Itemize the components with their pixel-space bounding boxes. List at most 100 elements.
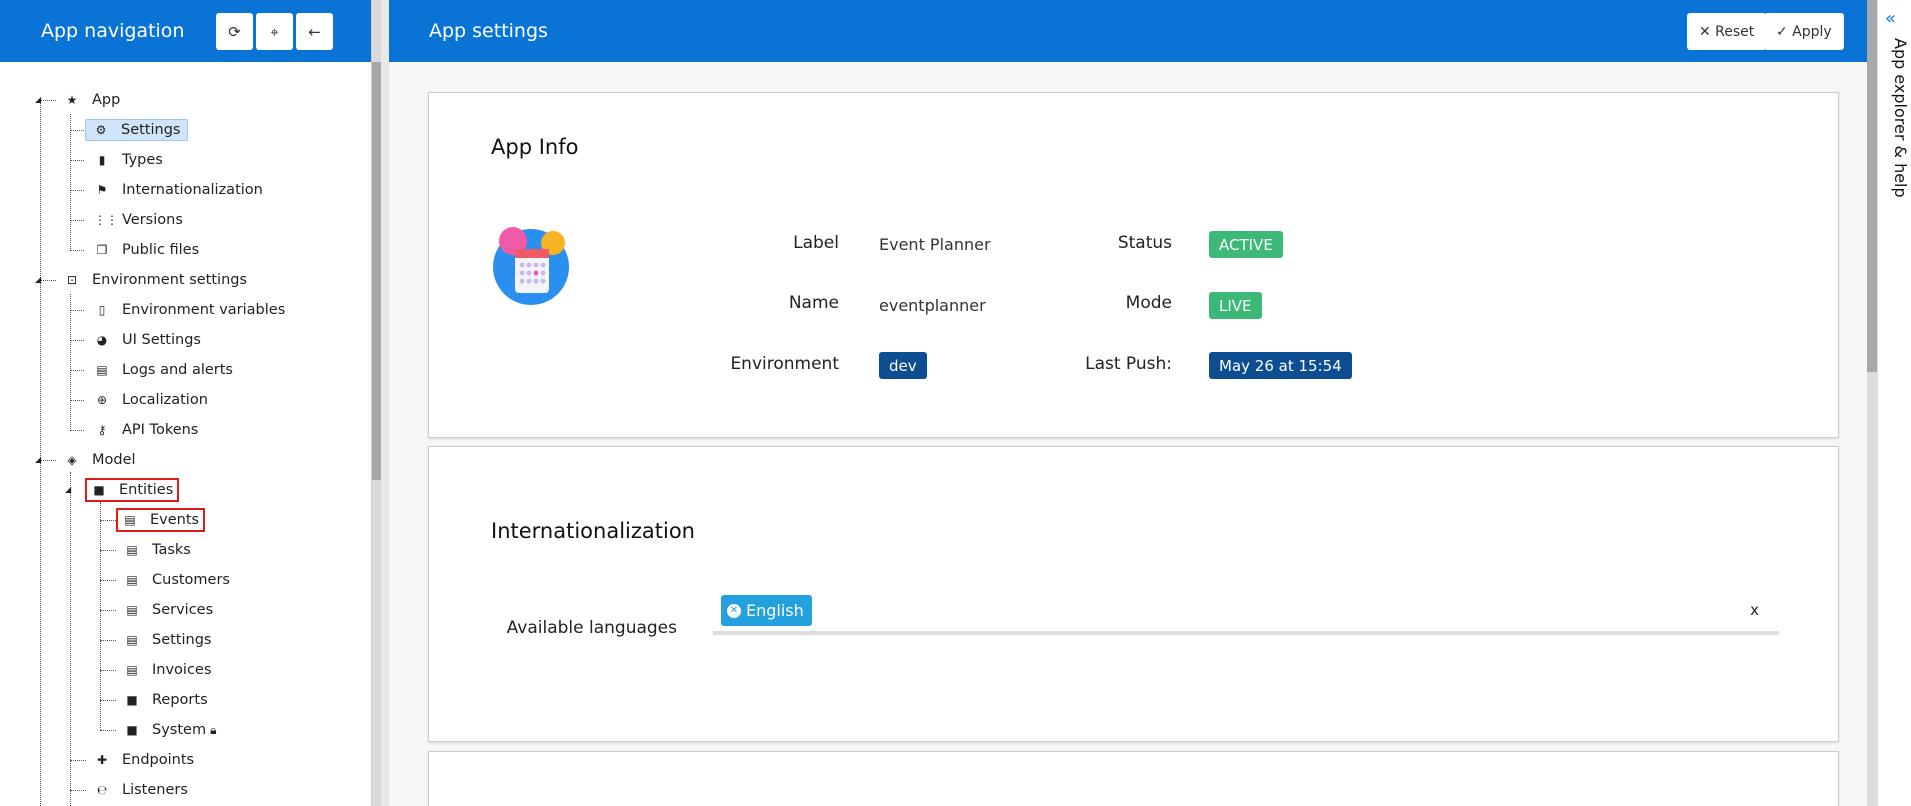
tree-item-public-files[interactable]: ❐ Public files	[94, 236, 200, 264]
expand-caret-icon[interactable]: ◢	[35, 455, 41, 464]
tree-item-model[interactable]: ◈ Model	[64, 446, 135, 474]
expand-caret-icon[interactable]: ◢	[35, 275, 41, 284]
app-explorer-help-panel[interactable]: « App explorer & help	[1877, 0, 1911, 806]
star-icon: ★	[66, 93, 78, 107]
mode-key: Mode	[1125, 293, 1172, 313]
clear-languages-button[interactable]: x	[1750, 601, 1759, 619]
remove-chip-icon[interactable]: ✕	[727, 603, 741, 618]
app-info-title: App Info	[491, 135, 579, 159]
tree-item-tasks[interactable]: ▤ Tasks	[124, 536, 191, 564]
nav-scrollbar[interactable]	[372, 0, 381, 806]
apply-button[interactable]: ✓ Apply	[1764, 13, 1844, 50]
entities-highlight-box: ■ Entities	[84, 478, 180, 502]
nav-title: App navigation	[41, 20, 185, 42]
tree-guide	[100, 610, 116, 611]
tree-item-app[interactable]: ★ App	[64, 86, 121, 114]
tree-item-environment-settings[interactable]: ⊡ Environment settings	[64, 266, 247, 294]
list-icon: ▤	[126, 543, 138, 557]
message-alert-icon: ▤	[96, 363, 108, 377]
tree-guide	[40, 460, 56, 461]
tree-item-api-tokens[interactable]: ⚷ API Tokens	[94, 416, 199, 444]
main-scrollbar[interactable]	[1867, 0, 1877, 806]
clipboard-icon: ▯	[98, 303, 106, 317]
available-languages-select[interactable]: ✕ English x	[713, 595, 1779, 635]
tree-item-settings-entity[interactable]: ▤ Settings	[124, 626, 211, 654]
tree-item-system[interactable]: ■ System 🔒︎	[124, 716, 216, 744]
tree-guide	[100, 580, 116, 581]
tree-item-services[interactable]: ▤ Services	[124, 596, 213, 624]
refresh-button[interactable]: ⟳	[216, 13, 253, 50]
tree-item-reports[interactable]: ■ Reports	[124, 686, 207, 714]
tree-item-listeners[interactable]: ℮ Listeners	[94, 776, 188, 804]
flag-icon: ⚑	[96, 183, 108, 197]
tree-guide	[70, 114, 71, 251]
tree-guide	[70, 130, 84, 131]
tree-item-invoices[interactable]: ▤ Invoices	[124, 656, 211, 684]
tree-item-endpoints[interactable]: ✚ Endpoints	[94, 746, 194, 774]
tree-guide	[100, 550, 116, 551]
list-icon: ▤	[126, 603, 138, 617]
lock-icon: 🔒︎	[210, 722, 217, 737]
tree-guide	[70, 310, 84, 311]
next-settings-card	[428, 751, 1839, 806]
expand-caret-icon[interactable]: ◢	[65, 485, 71, 494]
arrow-left-icon: ←	[308, 22, 321, 41]
list-icon: ▤	[124, 513, 136, 527]
tree-item-internationalization[interactable]: ⚑ Internationalization	[94, 176, 263, 204]
tree-guide	[100, 520, 116, 521]
status-key: Status	[1117, 233, 1172, 253]
tree-item-ui-settings[interactable]: ◕ UI Settings	[94, 326, 201, 354]
environment-key: Environment	[730, 354, 839, 374]
globe-icon: ⊕	[96, 393, 108, 407]
last-push-key: Last Push:	[1085, 354, 1172, 374]
app-explorer-help-label[interactable]: App explorer & help	[1891, 38, 1910, 198]
app-logo-icon	[493, 227, 569, 305]
tree-guide	[100, 730, 116, 731]
label-value: Event Planner	[879, 235, 991, 254]
tree-item-types[interactable]: ▮ Types	[94, 146, 163, 174]
tree-item-environment-variables[interactable]: ▯ Environment variables	[94, 296, 286, 324]
main-scrollbar-thumb[interactable]	[1867, 0, 1877, 372]
tree-guide	[70, 250, 84, 251]
tree-item-entities[interactable]: ■ Entities	[84, 476, 180, 504]
name-value: eventplanner	[879, 296, 986, 315]
ear-icon: ℮	[96, 783, 108, 797]
tree-guide	[70, 340, 84, 341]
app-navigation-panel: App navigation ⟳ ⌖ ← ◢ ◢ ◢ ◢ ★ App ⚙ Set…	[0, 0, 372, 806]
tree-guide	[70, 430, 84, 431]
tree-item-versions[interactable]: ⋮⋮ Versions	[94, 206, 183, 234]
tree-guide	[70, 220, 84, 221]
selected-highlight: ⚙ Settings	[85, 119, 189, 141]
tree-guide	[40, 460, 41, 806]
tree-item-settings[interactable]: ⚙ Settings	[85, 116, 189, 144]
book-icon: ▮	[98, 153, 106, 167]
list-icon: ▤	[126, 573, 138, 587]
tree-item-customers[interactable]: ▤ Customers	[124, 566, 230, 594]
grid-icon: ⋮⋮	[94, 213, 118, 227]
locate-button[interactable]: ⌖	[256, 13, 293, 50]
mode-badge: LIVE	[1209, 292, 1262, 319]
tree-item-logs-and-alerts[interactable]: ▤ Logs and alerts	[94, 356, 233, 384]
reset-button[interactable]: ✕ Reset	[1687, 13, 1767, 50]
folder-icon: ■	[126, 693, 138, 707]
puzzle-icon: ✚	[96, 753, 108, 767]
tree-item-localization[interactable]: ⊕ Localization	[94, 386, 208, 414]
layers-icon: ◈	[67, 453, 77, 467]
copy-icon: ❐	[96, 243, 108, 257]
tree-guide	[70, 790, 86, 791]
page-title: App settings	[429, 20, 548, 42]
available-languages-label: Available languages	[506, 618, 677, 638]
double-chevron-left-icon[interactable]: «	[1885, 8, 1896, 29]
expand-caret-icon[interactable]: ◢	[35, 95, 41, 104]
name-key: Name	[788, 293, 839, 313]
collapse-nav-button[interactable]: ←	[296, 13, 333, 50]
tree-guide	[100, 640, 116, 641]
events-highlight-box: ▤ Events	[115, 508, 206, 532]
tree-guide	[100, 700, 116, 701]
tree-guide	[40, 100, 41, 296]
nav-scrollbar-thumb[interactable]	[372, 62, 381, 480]
key-icon: ⚷	[97, 423, 107, 437]
tree-item-events[interactable]: ▤ Events	[115, 506, 206, 534]
folder-icon: ■	[126, 723, 138, 737]
language-chip-english[interactable]: ✕ English	[721, 595, 812, 626]
